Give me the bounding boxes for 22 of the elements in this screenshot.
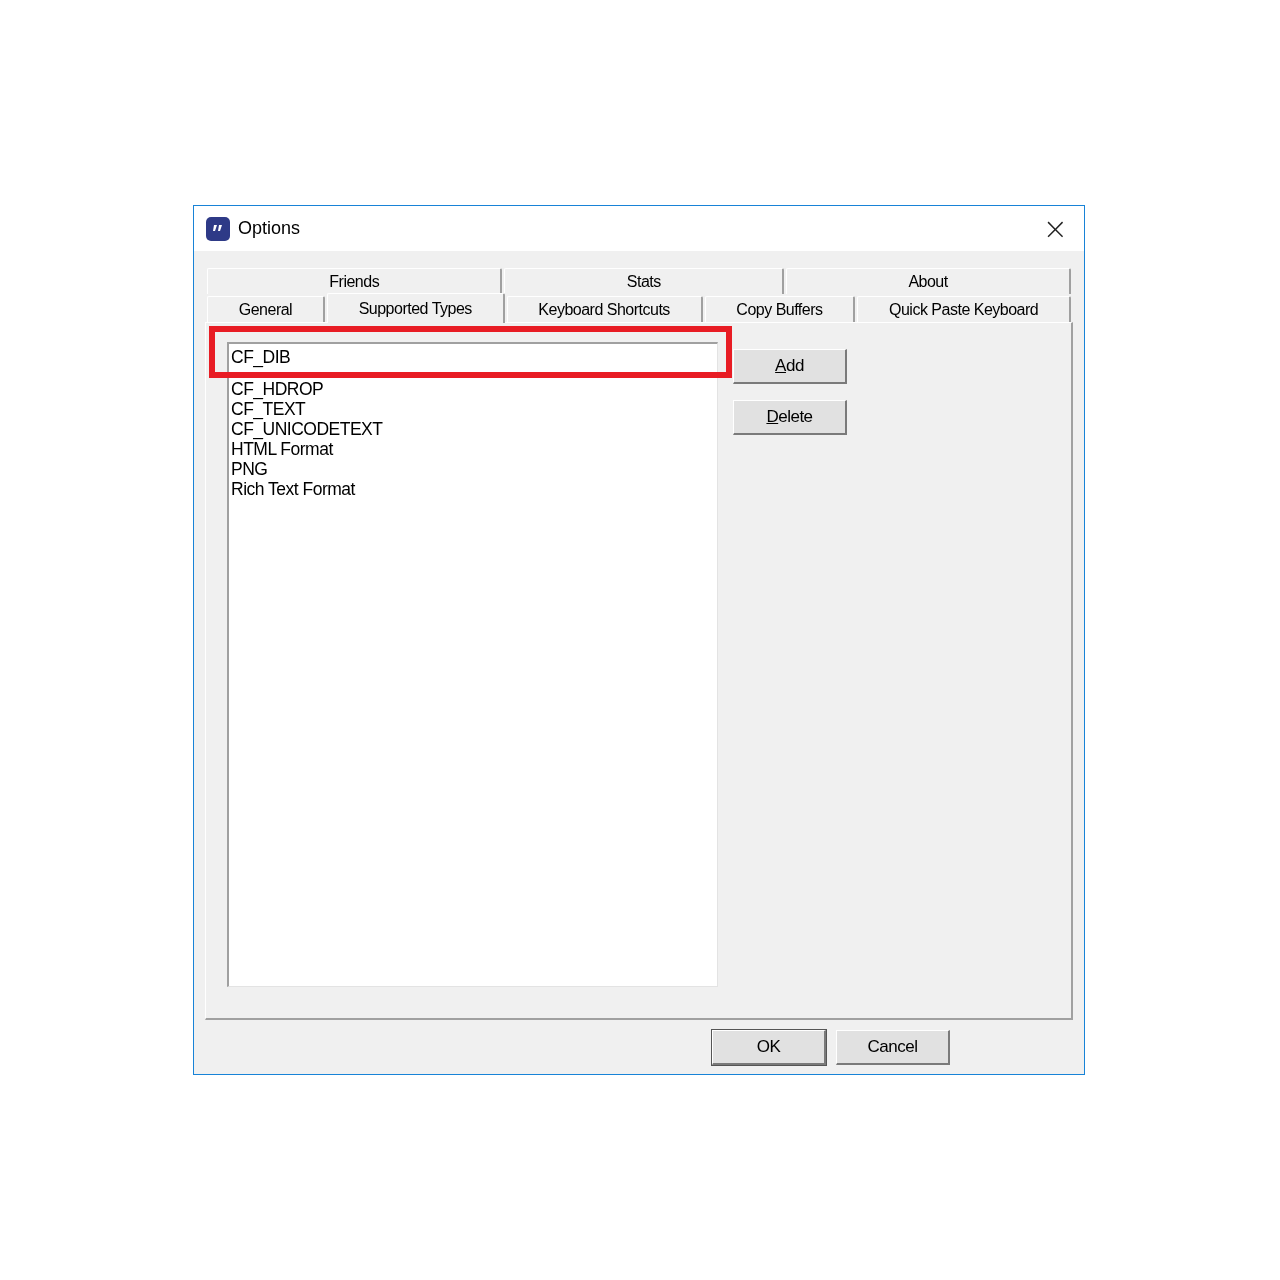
tab[interactable]: Supported Types — [326, 293, 505, 323]
dialog-button[interactable]: OK — [712, 1030, 826, 1065]
list-item[interactable]: Rich Text Format — [231, 479, 355, 499]
list-item[interactable]: CF_TEXT — [231, 399, 306, 419]
dialog-button[interactable]: Cancel — [836, 1030, 950, 1065]
tab[interactable]: General — [207, 296, 325, 322]
tab[interactable]: Keyboard Shortcuts — [506, 296, 703, 322]
window-title: Options — [238, 218, 302, 239]
tab[interactable]: Friends — [207, 268, 503, 294]
action-button[interactable]: Delete — [733, 400, 847, 435]
list-item[interactable]: CF_DIB — [231, 347, 291, 367]
list-item[interactable]: HTML Format — [231, 439, 333, 459]
list-item[interactable]: CF_UNICODETEXT — [231, 419, 383, 439]
list-item[interactable]: CF_HDROP — [231, 379, 324, 399]
close-button[interactable]: × — [1038, 213, 1072, 244]
action-button[interactable]: Add — [733, 349, 847, 384]
app-icon — [206, 216, 230, 241]
tab[interactable]: Copy Buffers — [704, 296, 856, 322]
list-item[interactable]: PNG — [231, 459, 268, 479]
tab[interactable]: About — [786, 268, 1071, 294]
tab[interactable]: Stats — [504, 268, 785, 294]
tab[interactable]: Quick Paste Keyboard — [857, 296, 1071, 322]
